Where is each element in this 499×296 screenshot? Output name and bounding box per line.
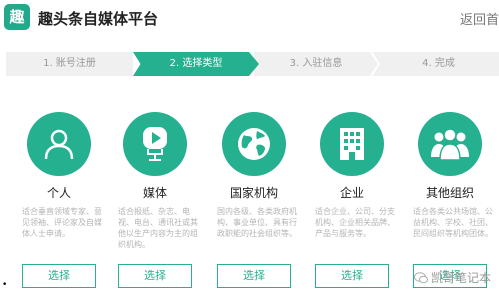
progress-steps: 1. 账号注册 3. 入驻信息 4. 完成 2. 选择类型: [6, 52, 499, 76]
card-description: 适合报纸、杂志、电视、电台、通讯社或其他以生产内容为主的组织机构。: [118, 207, 198, 249]
step-join-info: 3. 入驻信息: [254, 52, 378, 76]
app-header: 趣 趣头条自媒体平台 返回首: [0, 0, 499, 40]
card-title: 媒体: [142, 186, 167, 200]
type-card-other-organization: 其他组织 适合各类公共场馆、公益机构、学校、社团、民间组织等机构团体。 选择: [413, 108, 497, 288]
type-card-personal: 个人 适合垂直领域专家、意见领袖、评论家及自媒体人士申请。 选择: [22, 108, 106, 288]
card-title: 个人: [46, 186, 71, 200]
type-card-enterprise: 企业 适合企业、公司、分支机构、企业相关品牌、产品与服务等。 选择: [315, 108, 399, 288]
return-home-link[interactable]: 返回首: [460, 9, 499, 28]
select-government-button[interactable]: 选择: [217, 264, 291, 288]
select-enterprise-button[interactable]: 选择: [315, 264, 389, 288]
type-card-media: 媒体 适合报纸、杂志、电视、电台、通讯社或其他以生产内容为主的组织机构。 选择: [118, 108, 202, 288]
watermark: 凯哥笔记本: [413, 269, 491, 286]
microphone-icon: [123, 112, 187, 176]
globe-icon: [222, 112, 286, 176]
card-description: 适合各类公共场馆、公益机构、学校、社团、民间组织等机构团体。: [413, 207, 493, 238]
select-personal-button[interactable]: 选择: [22, 264, 96, 288]
person-icon: [27, 112, 91, 176]
card-title: 其他组织: [425, 186, 474, 200]
card-description: 适合企业、公司、分支机构、企业相关品牌、产品与服务等。: [315, 207, 395, 238]
building-icon: [320, 112, 384, 176]
card-title: 国家机构: [229, 186, 278, 200]
select-media-button[interactable]: 选择: [118, 264, 192, 288]
step-account-register: 1. 账号注册: [6, 52, 133, 76]
chat-bubble-icon: [413, 271, 428, 283]
app-logo[interactable]: 趣: [4, 4, 30, 30]
watermark-text: 凯哥笔记本: [430, 271, 491, 285]
group-icon: [418, 112, 482, 176]
step-complete: 4. 完成: [378, 52, 499, 76]
card-description: 国内各级、各类政府机构、事业单位、具有行政职能的社会组织等。: [217, 207, 297, 238]
step-select-type: 2. 选择类型: [133, 52, 259, 76]
bullet-mark: •: [2, 280, 8, 290]
step-separator: [370, 52, 380, 76]
app-title: 趣头条自媒体平台: [38, 10, 159, 28]
card-title: 企业: [339, 186, 364, 200]
card-description: 适合垂直领域专家、意见领袖、评论家及自媒体人士申请。: [22, 207, 102, 238]
type-card-government: 国家机构 国内各级、各类政府机构、事业单位、具有行政职能的社会组织等。 选择: [217, 108, 301, 288]
